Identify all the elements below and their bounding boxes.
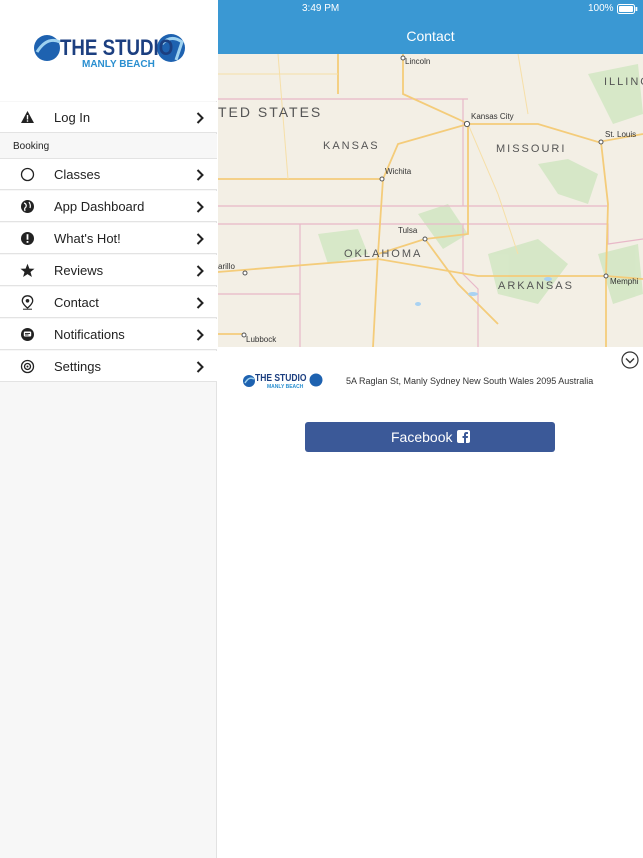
map-label-state: KANSAS: [323, 140, 380, 152]
star-icon: [20, 263, 35, 277]
map-label-city: Wichita: [385, 167, 412, 176]
facebook-button[interactable]: Facebook: [305, 422, 555, 452]
warning-icon: [21, 111, 34, 123]
battery-icon: [617, 4, 638, 14]
status-bar: 3:49 PM 100%: [218, 0, 643, 18]
contact-address: 5A Raglan St, Manly Sydney New South Wal…: [346, 376, 594, 386]
page-title: Contact: [406, 28, 455, 44]
contact-logo-subtitle: MANLY BEACH: [267, 384, 304, 390]
chevron-right-icon: [196, 233, 204, 245]
sidebar-item-whats-hot[interactable]: What's Hot!: [0, 223, 217, 254]
sidebar-item-app-dashboard[interactable]: App Dashboard: [0, 191, 217, 222]
battery-percentage: 100%: [588, 3, 614, 14]
map-label-city: Kansas City: [471, 112, 514, 121]
facebook-button-label: Facebook: [391, 429, 453, 445]
sidebar-item-label: Notifications: [54, 327, 125, 342]
map-label-city: Lubbock: [246, 335, 277, 344]
chevron-right-icon: [196, 112, 204, 124]
sidebar-item-label: Settings: [54, 359, 101, 374]
map-label-city: Memphi: [610, 277, 639, 286]
sidebar-item-label: Reviews: [54, 263, 104, 278]
sidebar-item-label: Contact: [54, 295, 99, 310]
nav-bar: Contact: [218, 18, 643, 54]
chevron-right-icon: [196, 265, 204, 277]
sidebar-item-contact[interactable]: Contact: [0, 287, 217, 318]
logo-subtitle: MANLY BEACH: [82, 59, 155, 70]
map-label-state: MISSOURI: [496, 143, 567, 155]
sidebar-item-label: Classes: [54, 167, 101, 182]
circle-outline-icon: [20, 167, 35, 182]
chevron-right-icon: [196, 361, 204, 373]
map-label-city: arillo: [218, 262, 235, 271]
gear-icon: [20, 359, 35, 374]
map-label-state: ARKANSAS: [498, 280, 574, 292]
contact-info: THE STUDIO MANLY BEACH 5A Raglan St, Man…: [218, 347, 643, 417]
map-background: [218, 54, 643, 347]
map-label-state: TED STATES: [218, 104, 323, 120]
status-time: 3:49 PM: [302, 3, 340, 14]
section-header-booking: Booking: [0, 134, 217, 159]
map-label-city: Tulsa: [398, 226, 418, 235]
chat-icon: [21, 328, 34, 341]
alert-circle-icon: [21, 232, 34, 245]
map-view[interactable]: TED STATES KANSAS MISSOURI OKLAHOMA ARKA…: [218, 54, 643, 347]
sidebar-item-classes[interactable]: Classes: [0, 159, 217, 190]
map-label-state: OKLAHOMA: [344, 248, 423, 260]
sidebar-item-label: Log In: [54, 110, 91, 125]
sidebar-item-label: App Dashboard: [54, 199, 145, 214]
sidebar: THE STUDIO MANLY BEACH Log In Booking Cl…: [0, 0, 217, 858]
facebook-icon: [457, 430, 470, 443]
contact-logo: THE STUDIO MANLY BEACH: [242, 371, 324, 391]
sidebar-item-label: What's Hot!: [54, 231, 121, 246]
sidebar-item-reviews[interactable]: Reviews: [0, 255, 217, 286]
sidebar-item-notifications[interactable]: Notifications: [0, 319, 217, 350]
map-label-city: Lincoln: [405, 57, 431, 66]
map-label-state: ILLING: [604, 76, 643, 88]
studio-logo: THE STUDIO MANLY BEACH: [0, 0, 217, 101]
logo-title: THE STUDIO: [60, 35, 174, 60]
chevron-right-icon: [196, 329, 204, 341]
chevron-right-icon: [196, 297, 204, 309]
globe-icon: [21, 200, 34, 213]
map-label-city: St. Louis: [605, 130, 637, 139]
chevron-right-icon: [196, 201, 204, 213]
sidebar-item-login[interactable]: Log In: [0, 102, 217, 133]
chevron-right-icon: [196, 169, 204, 181]
section-label: Booking: [13, 141, 50, 152]
sidebar-item-settings[interactable]: Settings: [0, 351, 217, 382]
contact-logo-title: THE STUDIO: [255, 373, 307, 384]
map-pin-icon: [21, 295, 34, 310]
collapse-chevron-icon[interactable]: [621, 351, 639, 369]
